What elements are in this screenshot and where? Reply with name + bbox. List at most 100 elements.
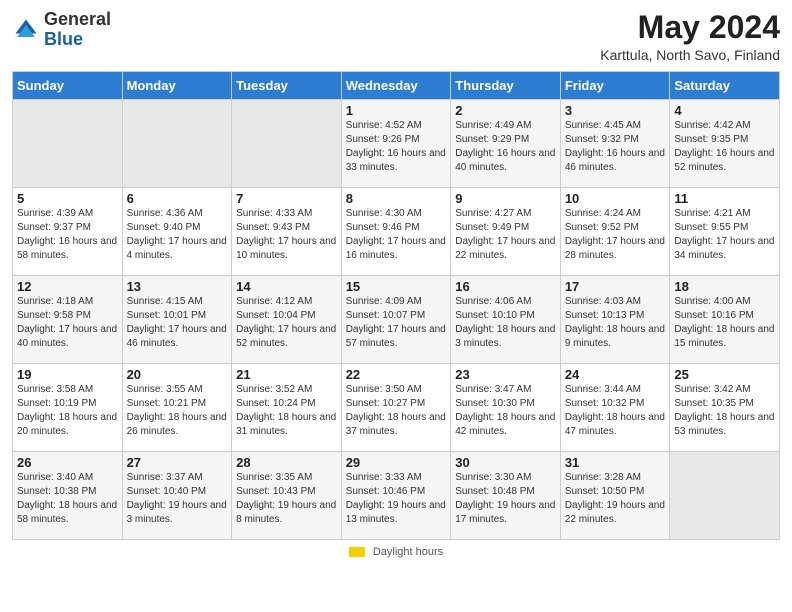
title-block: May 2024 Karttula, North Savo, Finland	[600, 10, 780, 63]
day-number: 28	[236, 455, 337, 470]
day-number: 31	[565, 455, 666, 470]
day-number: 25	[674, 367, 775, 382]
weekday-header-tuesday: Tuesday	[232, 72, 342, 100]
calendar-cell: 20Sunrise: 3:55 AM Sunset: 10:21 PM Dayl…	[122, 364, 232, 452]
header: General Blue May 2024 Karttula, North Sa…	[12, 10, 780, 63]
weekday-header-friday: Friday	[560, 72, 670, 100]
calendar-cell	[122, 100, 232, 188]
day-number: 29	[346, 455, 447, 470]
day-number: 14	[236, 279, 337, 294]
day-info: Sunrise: 4:45 AM Sunset: 9:32 PM Dayligh…	[565, 119, 666, 175]
weekday-header-wednesday: Wednesday	[341, 72, 451, 100]
calendar-cell: 24Sunrise: 3:44 AM Sunset: 10:32 PM Dayl…	[560, 364, 670, 452]
day-info: Sunrise: 4:39 AM Sunset: 9:37 PM Dayligh…	[17, 207, 118, 263]
day-number: 23	[455, 367, 556, 382]
week-row-3: 19Sunrise: 3:58 AM Sunset: 10:19 PM Dayl…	[13, 364, 780, 452]
day-info: Sunrise: 3:44 AM Sunset: 10:32 PM Daylig…	[565, 383, 666, 439]
page: General Blue May 2024 Karttula, North Sa…	[0, 0, 792, 612]
day-info: Sunrise: 3:33 AM Sunset: 10:46 PM Daylig…	[346, 471, 447, 527]
legend-color-box	[349, 547, 365, 557]
calendar-cell: 16Sunrise: 4:06 AM Sunset: 10:10 PM Dayl…	[451, 276, 561, 364]
calendar-cell: 1Sunrise: 4:52 AM Sunset: 9:26 PM Daylig…	[341, 100, 451, 188]
weekday-header-saturday: Saturday	[670, 72, 780, 100]
day-number: 27	[127, 455, 228, 470]
calendar-cell: 26Sunrise: 3:40 AM Sunset: 10:38 PM Dayl…	[13, 452, 123, 540]
day-number: 30	[455, 455, 556, 470]
day-number: 19	[17, 367, 118, 382]
calendar-cell: 2Sunrise: 4:49 AM Sunset: 9:29 PM Daylig…	[451, 100, 561, 188]
calendar-cell: 10Sunrise: 4:24 AM Sunset: 9:52 PM Dayli…	[560, 188, 670, 276]
calendar-cell: 11Sunrise: 4:21 AM Sunset: 9:55 PM Dayli…	[670, 188, 780, 276]
legend-label: Daylight hours	[373, 546, 443, 558]
day-number: 9	[455, 191, 556, 206]
calendar-cell: 9Sunrise: 4:27 AM Sunset: 9:49 PM Daylig…	[451, 188, 561, 276]
logo-icon	[12, 16, 40, 44]
day-info: Sunrise: 4:18 AM Sunset: 9:58 PM Dayligh…	[17, 295, 118, 351]
day-info: Sunrise: 4:24 AM Sunset: 9:52 PM Dayligh…	[565, 207, 666, 263]
weekday-header-sunday: Sunday	[13, 72, 123, 100]
footer: Daylight hours	[12, 546, 780, 558]
day-info: Sunrise: 3:58 AM Sunset: 10:19 PM Daylig…	[17, 383, 118, 439]
calendar-cell: 23Sunrise: 3:47 AM Sunset: 10:30 PM Dayl…	[451, 364, 561, 452]
calendar-cell: 5Sunrise: 4:39 AM Sunset: 9:37 PM Daylig…	[13, 188, 123, 276]
day-info: Sunrise: 3:52 AM Sunset: 10:24 PM Daylig…	[236, 383, 337, 439]
weekday-header-monday: Monday	[122, 72, 232, 100]
day-number: 7	[236, 191, 337, 206]
day-info: Sunrise: 4:15 AM Sunset: 10:01 PM Daylig…	[127, 295, 228, 351]
calendar-cell: 28Sunrise: 3:35 AM Sunset: 10:43 PM Dayl…	[232, 452, 342, 540]
month-year: May 2024	[600, 10, 780, 45]
day-number: 18	[674, 279, 775, 294]
day-info: Sunrise: 4:03 AM Sunset: 10:13 PM Daylig…	[565, 295, 666, 351]
day-number: 22	[346, 367, 447, 382]
weekday-header-row: SundayMondayTuesdayWednesdayThursdayFrid…	[13, 72, 780, 100]
calendar-cell: 31Sunrise: 3:28 AM Sunset: 10:50 PM Dayl…	[560, 452, 670, 540]
location: Karttula, North Savo, Finland	[600, 47, 780, 63]
day-number: 20	[127, 367, 228, 382]
day-number: 6	[127, 191, 228, 206]
calendar-cell: 21Sunrise: 3:52 AM Sunset: 10:24 PM Dayl…	[232, 364, 342, 452]
day-number: 1	[346, 103, 447, 118]
day-info: Sunrise: 3:42 AM Sunset: 10:35 PM Daylig…	[674, 383, 775, 439]
day-info: Sunrise: 4:06 AM Sunset: 10:10 PM Daylig…	[455, 295, 556, 351]
day-info: Sunrise: 4:42 AM Sunset: 9:35 PM Dayligh…	[674, 119, 775, 175]
calendar-cell: 18Sunrise: 4:00 AM Sunset: 10:16 PM Dayl…	[670, 276, 780, 364]
day-info: Sunrise: 3:50 AM Sunset: 10:27 PM Daylig…	[346, 383, 447, 439]
calendar-cell	[13, 100, 123, 188]
logo: General Blue	[12, 10, 111, 50]
day-info: Sunrise: 4:30 AM Sunset: 9:46 PM Dayligh…	[346, 207, 447, 263]
day-number: 17	[565, 279, 666, 294]
day-info: Sunrise: 3:47 AM Sunset: 10:30 PM Daylig…	[455, 383, 556, 439]
day-number: 10	[565, 191, 666, 206]
day-info: Sunrise: 3:30 AM Sunset: 10:48 PM Daylig…	[455, 471, 556, 527]
day-info: Sunrise: 3:35 AM Sunset: 10:43 PM Daylig…	[236, 471, 337, 527]
day-info: Sunrise: 4:21 AM Sunset: 9:55 PM Dayligh…	[674, 207, 775, 263]
day-info: Sunrise: 3:55 AM Sunset: 10:21 PM Daylig…	[127, 383, 228, 439]
week-row-2: 12Sunrise: 4:18 AM Sunset: 9:58 PM Dayli…	[13, 276, 780, 364]
logo-text: General Blue	[44, 10, 111, 50]
calendar-cell: 12Sunrise: 4:18 AM Sunset: 9:58 PM Dayli…	[13, 276, 123, 364]
day-number: 16	[455, 279, 556, 294]
day-number: 2	[455, 103, 556, 118]
logo-general: General	[44, 9, 111, 29]
day-number: 3	[565, 103, 666, 118]
calendar-cell: 13Sunrise: 4:15 AM Sunset: 10:01 PM Dayl…	[122, 276, 232, 364]
week-row-1: 5Sunrise: 4:39 AM Sunset: 9:37 PM Daylig…	[13, 188, 780, 276]
day-info: Sunrise: 4:12 AM Sunset: 10:04 PM Daylig…	[236, 295, 337, 351]
day-number: 8	[346, 191, 447, 206]
day-number: 21	[236, 367, 337, 382]
calendar-cell: 15Sunrise: 4:09 AM Sunset: 10:07 PM Dayl…	[341, 276, 451, 364]
calendar-cell: 30Sunrise: 3:30 AM Sunset: 10:48 PM Dayl…	[451, 452, 561, 540]
day-number: 12	[17, 279, 118, 294]
calendar-cell: 7Sunrise: 4:33 AM Sunset: 9:43 PM Daylig…	[232, 188, 342, 276]
calendar-cell: 27Sunrise: 3:37 AM Sunset: 10:40 PM Dayl…	[122, 452, 232, 540]
day-info: Sunrise: 3:28 AM Sunset: 10:50 PM Daylig…	[565, 471, 666, 527]
day-info: Sunrise: 4:52 AM Sunset: 9:26 PM Dayligh…	[346, 119, 447, 175]
day-number: 4	[674, 103, 775, 118]
week-row-0: 1Sunrise: 4:52 AM Sunset: 9:26 PM Daylig…	[13, 100, 780, 188]
footer-legend: Daylight hours	[12, 546, 780, 558]
day-info: Sunrise: 3:37 AM Sunset: 10:40 PM Daylig…	[127, 471, 228, 527]
calendar-cell: 22Sunrise: 3:50 AM Sunset: 10:27 PM Dayl…	[341, 364, 451, 452]
calendar-cell: 6Sunrise: 4:36 AM Sunset: 9:40 PM Daylig…	[122, 188, 232, 276]
day-info: Sunrise: 4:09 AM Sunset: 10:07 PM Daylig…	[346, 295, 447, 351]
day-number: 11	[674, 191, 775, 206]
